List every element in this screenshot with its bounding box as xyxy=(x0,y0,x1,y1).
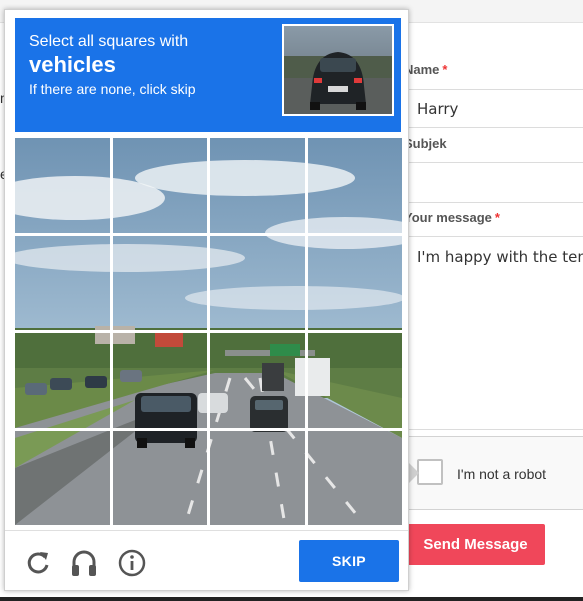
tile-image-slice xyxy=(307,333,402,428)
tile-image-slice xyxy=(210,333,305,428)
image-tile[interactable] xyxy=(210,235,305,330)
message-label-text: Your message xyxy=(404,210,492,225)
image-tile[interactable] xyxy=(112,138,207,233)
image-tile[interactable] xyxy=(112,430,207,525)
image-tile[interactable] xyxy=(210,333,305,428)
image-tile[interactable] xyxy=(210,138,305,233)
image-tile[interactable] xyxy=(112,235,207,330)
image-tile[interactable] xyxy=(15,235,110,330)
image-tile[interactable] xyxy=(307,333,402,428)
send-message-button[interactable]: Send Message xyxy=(406,524,545,565)
target-word: vehicles xyxy=(29,52,116,77)
message-label: Your message * xyxy=(404,210,500,225)
required-marker: * xyxy=(442,62,448,77)
image-tile[interactable] xyxy=(15,430,110,525)
image-tile[interactable] xyxy=(15,138,110,233)
tile-image-slice xyxy=(307,430,402,525)
image-tile-grid xyxy=(15,138,402,525)
bottom-bar xyxy=(0,597,583,601)
name-field[interactable]: Harry xyxy=(404,89,583,128)
tile-image-slice xyxy=(15,138,110,233)
footer-divider xyxy=(5,530,408,531)
tile-image-slice xyxy=(15,430,110,525)
image-tile[interactable] xyxy=(15,333,110,428)
tile-image-slice xyxy=(210,138,305,233)
name-label-text: Name xyxy=(404,62,440,77)
image-tile[interactable] xyxy=(112,333,207,428)
example-image xyxy=(282,24,394,116)
reload-icon[interactable] xyxy=(23,548,53,578)
tile-image-slice xyxy=(112,333,207,428)
tile-image-slice xyxy=(112,430,207,525)
tile-image-slice xyxy=(210,430,305,525)
subject-label: Subjek xyxy=(404,136,447,151)
instruction-text: Select all squares with xyxy=(29,33,189,50)
recaptcha-checkbox[interactable] xyxy=(417,459,443,485)
required-marker: * xyxy=(494,210,500,225)
tile-image-slice xyxy=(15,235,110,330)
tile-image-slice xyxy=(112,235,207,330)
info-icon[interactable] xyxy=(117,548,147,578)
message-field[interactable]: I'm happy with the temp xyxy=(404,236,583,430)
skip-button[interactable]: SKIP xyxy=(299,540,399,582)
headphones-icon[interactable] xyxy=(69,548,99,578)
image-tile[interactable] xyxy=(307,235,402,330)
tile-image-slice xyxy=(307,138,402,233)
image-tile[interactable] xyxy=(307,138,402,233)
example-car-image xyxy=(284,26,392,114)
tile-image-slice xyxy=(15,333,110,428)
tile-image-slice xyxy=(307,235,402,330)
recaptcha-widget: I'm not a robot xyxy=(404,436,583,510)
image-tile[interactable] xyxy=(307,430,402,525)
subject-field[interactable] xyxy=(404,162,583,203)
popup-pointer xyxy=(408,462,419,484)
challenge-header: Select all squares with vehicles If ther… xyxy=(15,18,401,132)
instruction-subtext: If there are none, click skip xyxy=(29,81,196,97)
image-tile[interactable] xyxy=(210,430,305,525)
recaptcha-label: I'm not a robot xyxy=(457,466,547,482)
tile-image-slice xyxy=(210,235,305,330)
captcha-challenge-popup: Select all squares with vehicles If ther… xyxy=(4,9,409,591)
name-label: Name * xyxy=(404,62,447,77)
tile-image-slice xyxy=(112,138,207,233)
